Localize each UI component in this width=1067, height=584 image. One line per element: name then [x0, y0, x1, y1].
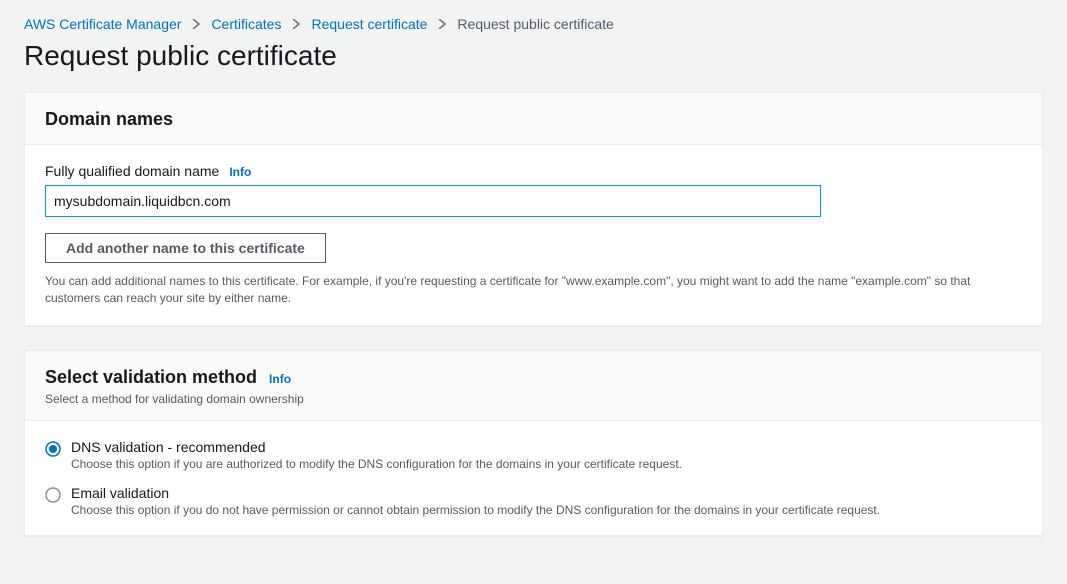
radio-dns-label: DNS validation - recommended: [71, 439, 682, 455]
chevron-right-icon: [437, 19, 447, 29]
breadcrumb: AWS Certificate Manager Certificates Req…: [24, 16, 1043, 32]
validation-method-panel: Select validation method Info Select a m…: [24, 350, 1043, 536]
validation-panel-subtext: Select a method for validating domain ow…: [45, 392, 1022, 406]
fqdn-label: Fully qualified domain name: [45, 163, 219, 179]
domain-names-panel: Domain names Fully qualified domain name…: [24, 92, 1043, 326]
radio-unselected-icon: [45, 487, 61, 503]
fqdn-info-link[interactable]: Info: [229, 165, 251, 179]
validation-info-link[interactable]: Info: [269, 372, 291, 386]
breadcrumb-link-acm[interactable]: AWS Certificate Manager: [24, 16, 181, 32]
radio-option-dns[interactable]: DNS validation - recommended Choose this…: [45, 439, 1022, 471]
domain-panel-title: Domain names: [45, 109, 1022, 130]
radio-selected-icon: [45, 441, 61, 457]
validation-panel-title: Select validation method: [45, 367, 257, 388]
breadcrumb-link-certificates[interactable]: Certificates: [211, 16, 281, 32]
chevron-right-icon: [291, 19, 301, 29]
page-title: Request public certificate: [24, 40, 1043, 72]
fqdn-input[interactable]: [45, 185, 821, 217]
breadcrumb-current: Request public certificate: [457, 16, 613, 32]
radio-dns-desc: Choose this option if you are authorized…: [71, 457, 682, 471]
chevron-right-icon: [191, 19, 201, 29]
add-another-name-button[interactable]: Add another name to this certificate: [45, 233, 326, 263]
domain-help-text: You can add additional names to this cer…: [45, 273, 1022, 307]
radio-email-desc: Choose this option if you do not have pe…: [71, 503, 880, 517]
breadcrumb-link-request[interactable]: Request certificate: [311, 16, 427, 32]
radio-email-label: Email validation: [71, 485, 880, 501]
radio-option-email[interactable]: Email validation Choose this option if y…: [45, 485, 1022, 517]
